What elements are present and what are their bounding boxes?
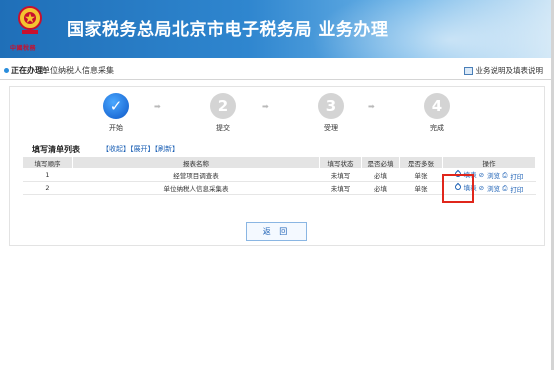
step-submit: 2 提交	[203, 93, 243, 133]
column-header: 操作	[442, 156, 536, 169]
search-icon: ⊘	[478, 171, 485, 180]
status-value: 单位纳税人信息采集	[42, 66, 114, 75]
step-number: 3	[318, 93, 344, 119]
print-button[interactable]: ⎙ 打印	[502, 171, 523, 181]
print-label: 打印	[510, 172, 524, 181]
step-label: 受理	[324, 124, 338, 132]
progress-steps: ✓ 开始 ➡ 2 提交 ➡ 3 受理 ➡ 4 完成	[96, 93, 456, 135]
app-frame: 中國稅務 国家税务总局北京市电子税务局 业务办理 正在办理： 单位纳税人信息采集…	[0, 0, 554, 370]
step-number: 2	[210, 93, 236, 119]
print-button[interactable]: ⎙ 打印	[502, 184, 523, 194]
book-icon	[463, 66, 473, 75]
expand-link[interactable]: 【展开】	[130, 145, 155, 153]
cell-status: 未填写	[319, 181, 362, 195]
printer-icon: ⎙	[502, 171, 508, 180]
cell-order: 2	[22, 181, 73, 195]
step-label: 完成	[430, 124, 444, 132]
browse-button[interactable]: ⊘ 浏览	[479, 183, 500, 193]
check-icon: ✓	[103, 93, 129, 119]
column-header: 是否多张	[399, 156, 443, 169]
collapse-link[interactable]: 【收起】	[102, 145, 130, 153]
arrow-right-icon: ➡	[368, 102, 375, 111]
cell-multiple: 单张	[399, 168, 443, 182]
step-complete: 4 完成	[417, 93, 457, 133]
page-title: 国家税务总局北京市电子税务局 业务办理	[67, 20, 389, 40]
column-header: 填写状态	[319, 156, 362, 169]
cell-name: 单位纳税人信息采集表	[72, 181, 320, 195]
cell-name: 经营项目调查表	[72, 168, 320, 182]
table-header-row: 填写顺序 报表名称 填写状态 是否必填 是否多张 操作	[22, 156, 536, 169]
tax-emblem-icon	[18, 6, 42, 34]
step-start: ✓ 开始	[96, 93, 136, 133]
browse-label: 浏览	[487, 172, 501, 181]
fill-highlight-box	[442, 174, 474, 203]
arrow-right-icon: ➡	[262, 102, 269, 111]
cell-order: 1	[22, 168, 73, 182]
list-controls: 【收起】【展开】【刷新】	[102, 144, 179, 154]
search-icon: ⊘	[478, 184, 485, 193]
emblem-text: 中國稅務	[10, 45, 37, 52]
help-link[interactable]: 业务说明及填表说明	[463, 65, 544, 76]
column-header: 报表名称	[72, 156, 320, 169]
step-label: 提交	[216, 124, 230, 132]
printer-icon: ⎙	[502, 184, 508, 193]
list-title: 填写清单列表	[32, 145, 80, 154]
header-banner: 中國稅務 国家税务总局北京市电子税务局 业务办理	[0, 0, 551, 58]
step-label: 开始	[109, 124, 123, 132]
cell-required: 必填	[361, 168, 400, 182]
back-button[interactable]: 返 回	[246, 222, 307, 241]
print-label: 打印	[510, 185, 524, 194]
cell-status: 未填写	[319, 168, 362, 182]
column-header: 是否必填	[361, 156, 400, 169]
status-dot-icon	[4, 68, 9, 73]
browse-button[interactable]: ⊘ 浏览	[479, 170, 500, 180]
step-number: 4	[424, 93, 450, 119]
status-bar: 正在办理： 单位纳税人信息采集 业务说明及填表说明	[0, 62, 551, 80]
step-accept: 3 受理	[311, 93, 351, 133]
arrow-right-icon: ➡	[154, 102, 161, 111]
browse-label: 浏览	[487, 185, 501, 194]
column-header: 填写顺序	[22, 156, 73, 169]
cell-multiple: 单张	[399, 181, 443, 195]
help-label: 业务说明及填表说明	[475, 66, 544, 75]
cell-required: 必填	[361, 181, 400, 195]
refresh-link[interactable]: 【刷新】	[155, 145, 180, 153]
